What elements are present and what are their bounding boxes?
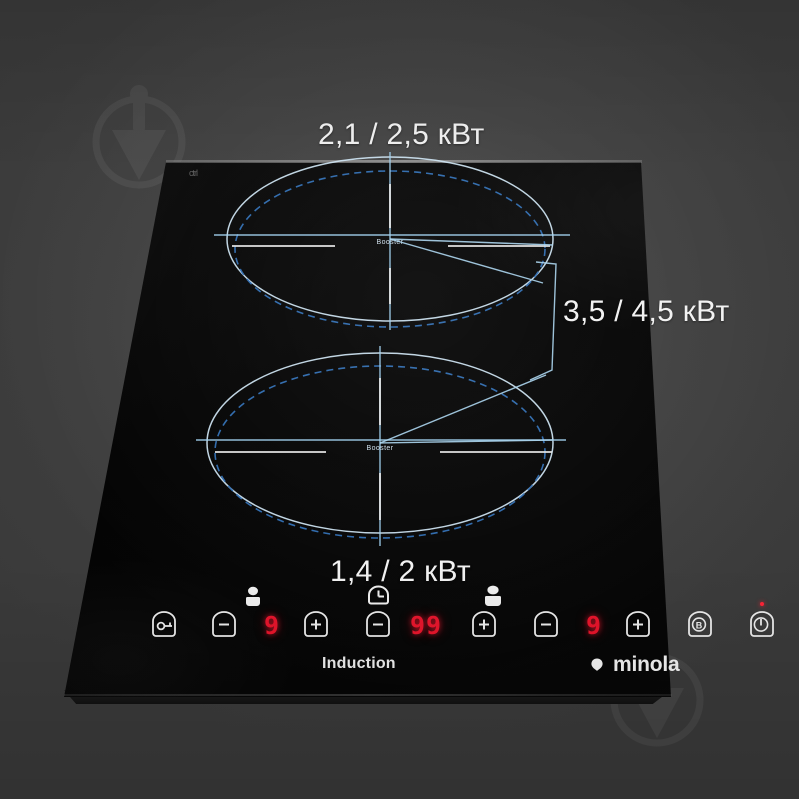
brand-name: minola	[613, 653, 680, 676]
touch-control-panel: 9 99 9 B Induction minola	[140, 585, 774, 685]
zone1-plus-button[interactable]	[302, 611, 344, 641]
induction-hob: ctrl .solid{fill:none;stroke:#cfe6f5;str…	[0, 0, 799, 799]
hob-rear-edge-highlight	[166, 160, 642, 163]
zone2-minus-button[interactable]	[532, 611, 574, 641]
rear-zone-power-label: 2,1 / 2,5 кВт	[318, 118, 485, 151]
hob-front-edge-highlight	[64, 694, 672, 696]
lock-key-button[interactable]	[150, 611, 192, 641]
zone2-plus-button[interactable]	[624, 611, 666, 641]
timer-plus-button[interactable]	[470, 611, 512, 641]
pot-large-icon	[484, 585, 502, 614]
timer-display: 99	[410, 611, 443, 640]
front-zone-power-label: 1,4 / 2 кВт	[330, 555, 471, 588]
product-photo-scene: ctrl .solid{fill:none;stroke:#cfe6f5;str…	[0, 0, 799, 799]
power-button[interactable]	[748, 611, 790, 641]
brand-logo: minola	[588, 653, 680, 677]
bridge-zone-power-label: 3,5 / 4,5 кВт	[563, 295, 730, 328]
minola-drop-icon	[591, 658, 603, 671]
panel-glyph-row	[140, 585, 660, 611]
induction-label: Induction	[322, 655, 396, 672]
zone2-display: 9	[586, 611, 603, 640]
panel-button-row: 9 99 9 B	[140, 602, 774, 647]
svg-text:B: B	[696, 620, 703, 630]
hob-corner-marking: ctrl	[189, 168, 198, 178]
panel-brand-row: Induction minola	[140, 653, 680, 681]
timer-clock-icon	[366, 585, 392, 614]
power-indicator-led	[760, 602, 764, 606]
zone1-minus-button[interactable]	[210, 611, 252, 641]
zone1-display: 9	[264, 611, 281, 640]
timer-minus-button[interactable]	[364, 611, 406, 641]
booster-button[interactable]: B	[686, 611, 728, 641]
pot-small-icon	[244, 585, 262, 614]
